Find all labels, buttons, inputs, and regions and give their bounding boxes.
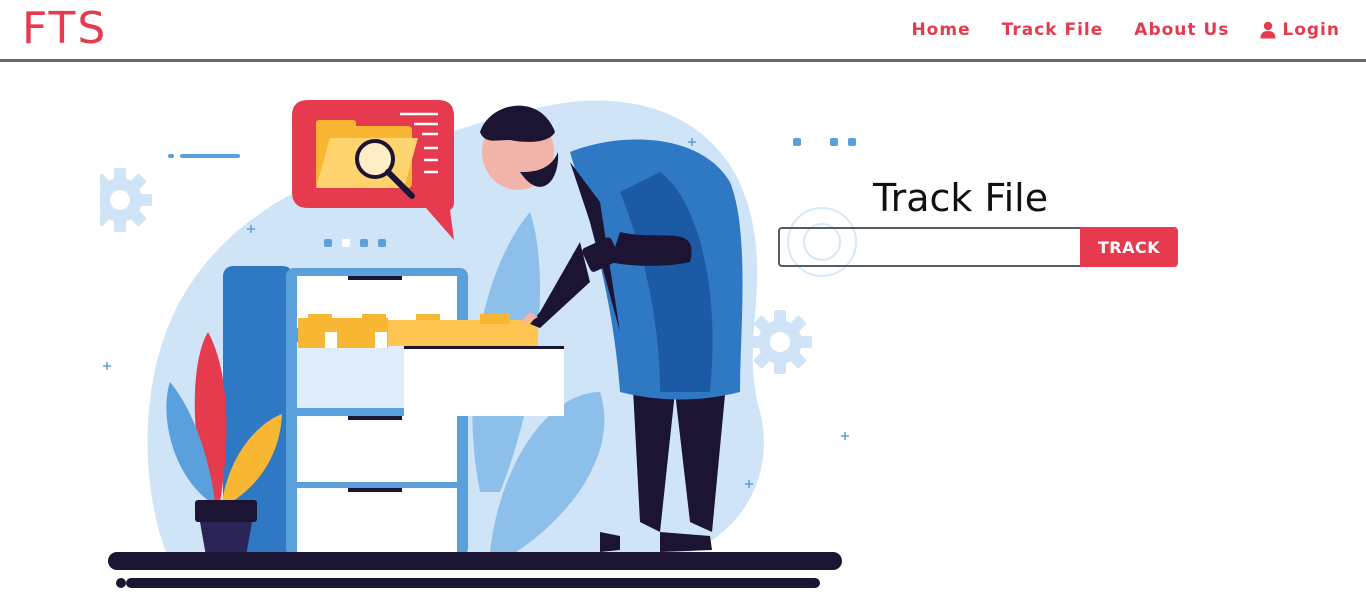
folders-icon <box>298 314 538 348</box>
nav-login[interactable]: Login <box>1260 18 1340 42</box>
track-input[interactable] <box>778 227 1080 267</box>
floor-dot-icon <box>116 578 126 588</box>
nav-links: Home Track File About Us Login <box>880 18 1340 42</box>
navbar: FTS Home Track File About Us Login <box>0 0 1366 62</box>
nav-login-label: Login <box>1282 20 1340 40</box>
track-button[interactable]: TRACK <box>1080 227 1178 267</box>
track-file-title: Track File <box>873 176 1049 220</box>
deco-dash-icon <box>168 154 174 158</box>
user-icon <box>1260 21 1276 39</box>
floor-shape <box>126 578 820 588</box>
nav-about-us[interactable]: About Us <box>1134 18 1229 42</box>
track-form: TRACK <box>778 227 1178 267</box>
floor-shape <box>108 552 842 570</box>
brand-logo[interactable]: FTS <box>22 2 107 56</box>
gear-icon <box>748 310 812 374</box>
nav-home[interactable]: Home <box>911 18 970 42</box>
nav-track-file[interactable]: Track File <box>1002 18 1104 42</box>
gear-icon <box>100 168 152 232</box>
deco-line-icon <box>180 154 240 158</box>
file-search-illustration <box>100 100 857 588</box>
